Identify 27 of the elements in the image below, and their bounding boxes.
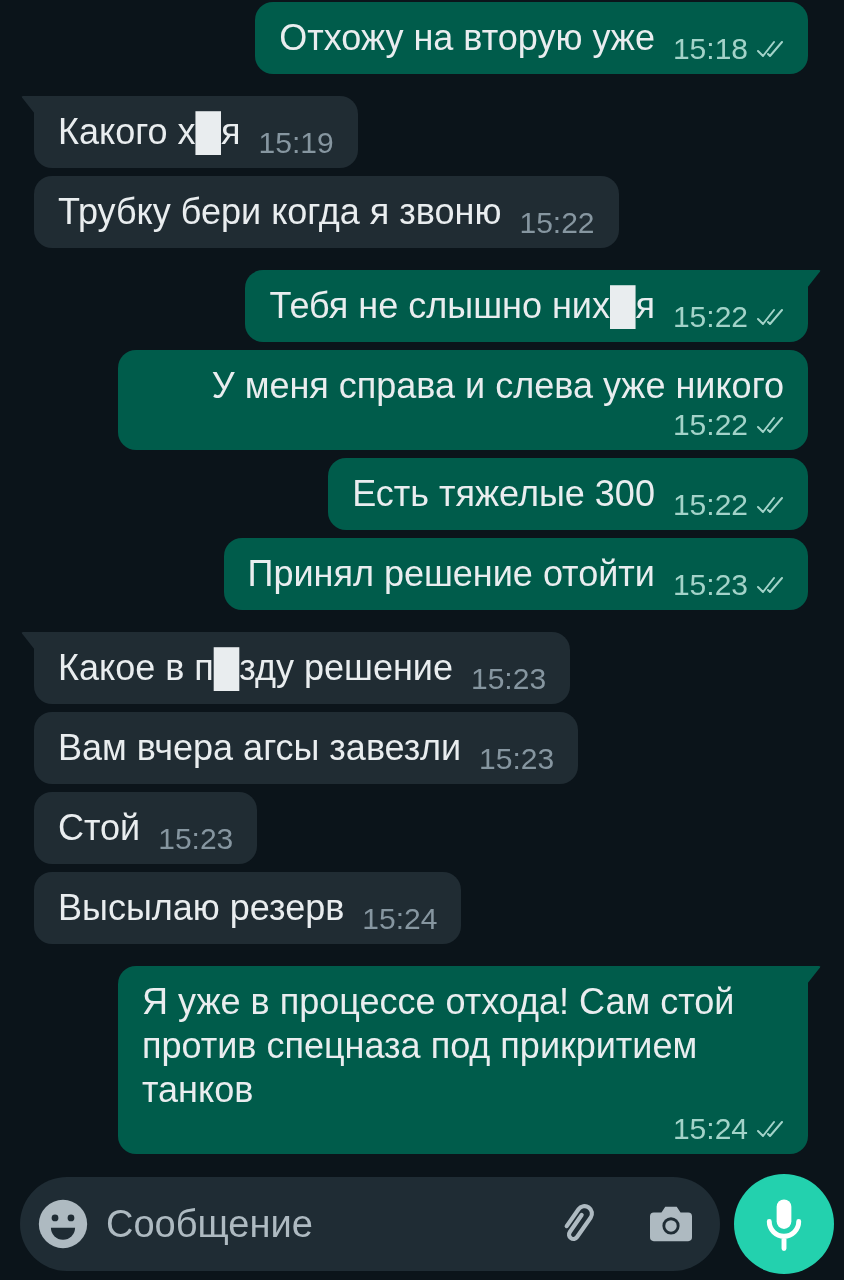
message-text: Принял решение отойти	[247, 552, 655, 596]
message-time: 15:24	[362, 902, 438, 936]
message-time: 15:22	[672, 408, 748, 442]
message-text: Тебя не слышно них█я	[269, 284, 655, 328]
message-time: 15:22	[672, 488, 748, 522]
message-text: Стой	[58, 806, 141, 850]
message-input[interactable]: Сообщение	[106, 1195, 554, 1253]
message-text: Вам вчера агсы завезли	[58, 726, 462, 770]
message-time: 15:23	[672, 568, 748, 602]
message-time: 15:23	[158, 822, 234, 856]
message-time: 15:22	[672, 300, 748, 334]
message-time: 15:23	[471, 662, 547, 696]
message-text: Я уже в процессе отхода! Сам стой против спецназа под прикритием танков	[142, 980, 736, 1112]
microphone-icon	[764, 1197, 804, 1251]
message-time: 15:19	[258, 126, 334, 160]
message-text: У меня справа и слева уже никого	[211, 364, 784, 408]
message-time: 15:24	[672, 1112, 748, 1146]
message-text: Какого х█я	[58, 110, 241, 154]
message-text: Высылаю резерв	[58, 886, 345, 930]
message-text: Трубку бери когда я звоню	[58, 190, 502, 234]
message-time: 15:18	[672, 32, 748, 66]
message-text: Есть тяжелые 300	[352, 472, 655, 516]
message-text: Какое в п█зду решение	[58, 646, 453, 690]
message-text: Отхожу на вторую уже	[279, 16, 655, 60]
message-time: 15:22	[519, 206, 595, 240]
message-time: 15:23	[479, 742, 555, 776]
message-field[interactable]: Сообщение	[20, 1177, 720, 1271]
